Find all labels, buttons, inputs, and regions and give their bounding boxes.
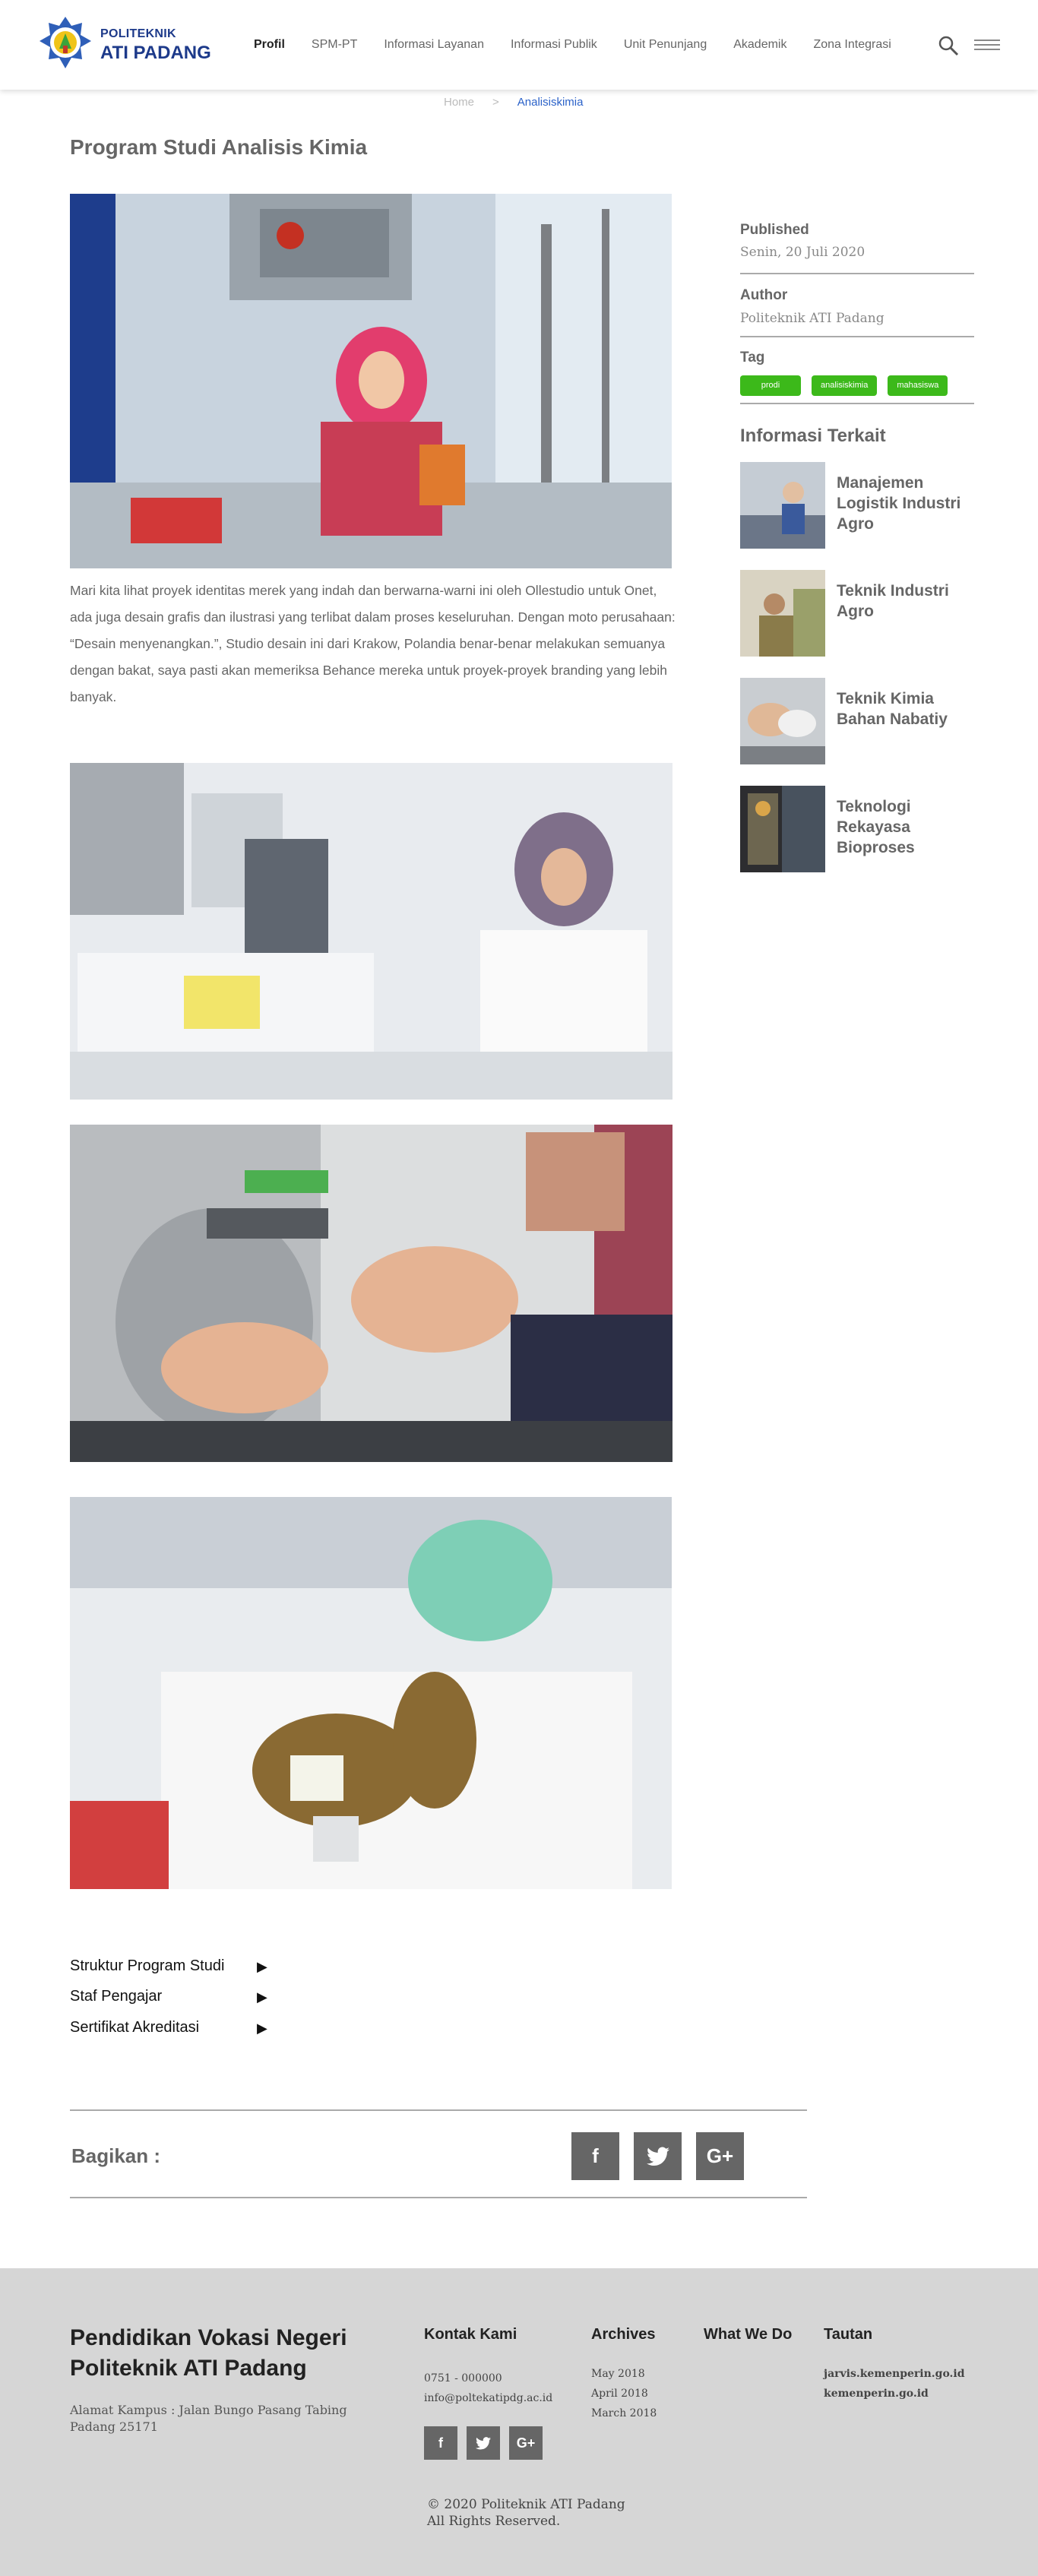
footer-title: Pendidikan Vokasi Negeri Politeknik ATI …	[70, 2325, 347, 2381]
contact-heading: Kontak Kami	[424, 2326, 517, 2343]
sidebar-divider	[740, 403, 974, 404]
twitter-icon	[646, 2147, 669, 2166]
footer-google-plus-button[interactable]: G+	[509, 2426, 543, 2460]
published-label: Published	[740, 222, 809, 238]
related-thumbnail	[740, 570, 825, 657]
archive-link[interactable]: March 2018	[591, 2404, 657, 2423]
google-plus-icon: G+	[706, 2144, 734, 2167]
share-label: Bagikan :	[71, 2144, 161, 2167]
related-item[interactable]: Teknik Industri Agro	[740, 570, 983, 657]
accordion-staf-pengajar[interactable]: Staf Pengajar ▶	[70, 1988, 275, 2005]
contact-phone: 0751 - 000000	[424, 2372, 502, 2385]
search-icon[interactable]	[938, 35, 959, 56]
breadcrumb-current: Analisiskimia	[517, 96, 584, 109]
breadcrumb-home[interactable]: Home	[444, 96, 474, 109]
footer-twitter-button[interactable]	[467, 2426, 500, 2460]
google-plus-share-button[interactable]: G+	[696, 2132, 744, 2180]
nav-unit-penunjang[interactable]: Unit Penunjang	[624, 38, 707, 52]
tag-mahasiswa[interactable]: mahasiswa	[888, 375, 948, 396]
tag-prodi[interactable]: prodi	[740, 375, 801, 396]
logo-text-top: POLITEKNIK	[100, 27, 176, 40]
archives-heading: Archives	[591, 2326, 656, 2343]
nav-profil[interactable]: Profil	[254, 38, 285, 52]
what-we-do-heading: What We Do	[704, 2326, 793, 2343]
lab-photo-4	[70, 1497, 672, 1889]
accordion-struktur-program-studi[interactable]: Struktur Program Studi ▶	[70, 1957, 275, 1975]
published-date: Senin, 20 Juli 2020	[740, 245, 866, 260]
related-item[interactable]: Manajemen Logistik Industri Agro	[740, 462, 983, 549]
google-plus-icon: G+	[516, 2435, 536, 2451]
facebook-share-button[interactable]: f	[571, 2132, 619, 2180]
archive-link[interactable]: May 2018	[591, 2364, 645, 2384]
facebook-icon: f	[438, 2435, 443, 2451]
twitter-icon	[476, 2436, 491, 2449]
logo-text-main: ATI PADANG	[100, 43, 211, 63]
tag-list: prodi analisiskimia mahasiswa	[740, 375, 948, 396]
tautan-link[interactable]: kemenperin.go.id	[824, 2384, 929, 2404]
sidebar-divider	[740, 273, 974, 274]
triangle-right-icon: ▶	[257, 1959, 267, 1974]
main-nav: Profil SPM-PT Informasi Layanan Informas…	[254, 38, 918, 52]
nav-informasi-publik[interactable]: Informasi Publik	[511, 38, 597, 52]
tautan-heading: Tautan	[824, 2326, 873, 2343]
site-header: POLITEKNIK ATI PADANG Profil SPM-PT Info…	[0, 0, 1038, 90]
tag-analisiskimia[interactable]: analisiskimia	[812, 375, 878, 396]
related-title-text: Teknik Industri Agro	[837, 582, 949, 620]
sidebar-divider	[740, 336, 974, 337]
accordion-label: Struktur Program Studi	[70, 1957, 225, 1974]
article-body: Mari kita lihat proyek identitas merek y…	[70, 583, 676, 704]
lab-photo-3	[70, 1125, 672, 1462]
logo-emblem-icon	[40, 17, 91, 68]
breadcrumb: Home > Analisiskimia	[444, 96, 583, 109]
page-title: Program Studi Analisis Kimia	[70, 135, 368, 159]
site-logo[interactable]: POLITEKNIK ATI PADANG	[38, 15, 220, 70]
breadcrumb-separator: >	[492, 96, 499, 109]
accordion-label: Staf Pengajar	[70, 1988, 163, 2005]
related-thumbnail	[740, 786, 825, 872]
share-divider-top	[70, 2109, 807, 2111]
related-title: Informasi Terkait	[740, 426, 886, 446]
related-thumbnail	[740, 462, 825, 549]
footer-address: Alamat Kampus : Jalan Bungo Pasang Tabin…	[70, 2403, 347, 2434]
contact-email[interactable]: info@poltekatipdg.ac.id	[424, 2388, 552, 2408]
tautan-link[interactable]: jarvis.kemenperin.go.id	[824, 2364, 965, 2384]
copyright-line: © 2020 Politeknik ATI Padang	[427, 2497, 625, 2512]
triangle-right-icon: ▶	[257, 1989, 267, 2005]
archive-link[interactable]: April 2018	[591, 2384, 648, 2404]
related-item[interactable]: Teknologi Rekayasa Bioproses	[740, 786, 983, 872]
nav-spm-pt[interactable]: SPM-PT	[312, 38, 357, 52]
lab-photo-2	[70, 763, 672, 1100]
related-title-text: Teknik Kimia Bahan Nabatiy	[837, 690, 948, 728]
tag-label: Tag	[740, 350, 765, 366]
nav-informasi-layanan[interactable]: Informasi Layanan	[384, 38, 484, 52]
nav-zona-integrasi[interactable]: Zona Integrasi	[813, 38, 891, 52]
share-divider-bottom	[70, 2197, 807, 2198]
hamburger-menu-icon[interactable]	[974, 40, 1000, 52]
footer-facebook-button[interactable]: f	[424, 2426, 457, 2460]
related-title-text: Teknologi Rekayasa Bioproses	[837, 798, 915, 856]
twitter-share-button[interactable]	[634, 2132, 682, 2180]
related-title-text: Manajemen Logistik Industri Agro	[837, 474, 961, 533]
site-footer: Pendidikan Vokasi Negeri Politeknik ATI …	[0, 2268, 1038, 2576]
related-thumbnail	[740, 678, 825, 764]
copyright-line: All Rights Reserved.	[427, 2514, 561, 2529]
hero-photo	[70, 194, 672, 568]
author-name: Politeknik ATI Padang	[740, 311, 885, 326]
triangle-right-icon: ▶	[257, 2021, 267, 2036]
author-label: Author	[740, 287, 788, 303]
facebook-icon: f	[592, 2144, 599, 2167]
related-item[interactable]: Teknik Kimia Bahan Nabatiy	[740, 678, 983, 764]
nav-akademik[interactable]: Akademik	[733, 38, 786, 52]
accordion-label: Sertifikat Akreditasi	[70, 2019, 200, 2036]
copyright: © 2020 Politeknik ATI Padang All Rights …	[427, 2496, 625, 2530]
accordion-sertifikat-akreditasi[interactable]: Sertifikat Akreditasi ▶	[70, 2019, 275, 2036]
